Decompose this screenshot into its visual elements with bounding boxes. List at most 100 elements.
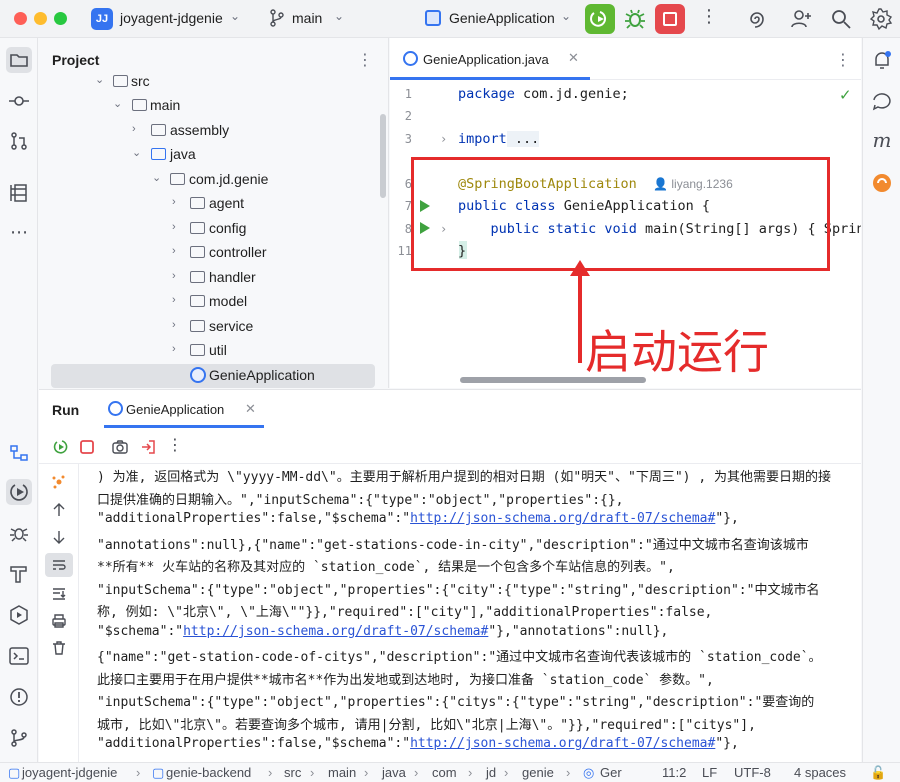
run-tool-button[interactable] [6, 479, 32, 505]
tree-item-assembly[interactable]: › assembly [39, 119, 379, 143]
tree-item-handler[interactable]: › handler [39, 266, 379, 290]
commit-icon [9, 96, 29, 106]
breadcrumb-item[interactable]: joyagent-jdgenie [22, 765, 117, 780]
no-problems-check-icon[interactable]: ✓ [839, 86, 852, 104]
git-tool-button[interactable] [6, 725, 32, 751]
problems-tool-button[interactable] [6, 684, 32, 710]
project-scrollbar[interactable] [380, 114, 386, 198]
close-icon[interactable]: ✕ [245, 401, 256, 417]
tab-genie-application-java[interactable]: GenieApplication.java ✕ [390, 38, 590, 80]
code-text[interactable]: ... [506, 131, 540, 147]
arrow-down-icon[interactable] [51, 529, 67, 545]
tree-item-com-jd-genie[interactable]: ⌄ com.jd.genie [39, 168, 379, 192]
breadcrumb-item[interactable]: genie-backend [166, 765, 251, 780]
spiral-ai-icon[interactable] [745, 7, 769, 31]
breadcrumb-item[interactable]: src [284, 765, 301, 780]
line-number: 3 [404, 132, 412, 146]
branch-selector[interactable]: main [292, 10, 322, 26]
more-actions-icon[interactable]: ⋮ [700, 6, 718, 27]
breadcrumb-item[interactable]: main [328, 765, 356, 780]
active-tab-indicator [390, 77, 590, 80]
stop-button[interactable] [655, 4, 685, 34]
chevron-right-icon: › [172, 270, 176, 282]
rerun-icon[interactable] [53, 439, 69, 455]
more-options-icon[interactable]: ⋮ [167, 435, 183, 454]
camera-icon[interactable] [112, 439, 128, 455]
project-tool-button[interactable] [6, 47, 32, 73]
arrow-up-icon[interactable] [51, 502, 67, 518]
structure-icon [10, 184, 27, 202]
trash-icon[interactable] [51, 640, 67, 656]
project-selector[interactable]: joyagent-jdgenie [120, 10, 223, 26]
rerun-button[interactable] [585, 4, 615, 34]
minimize-window-button[interactable] [34, 12, 47, 25]
file-encoding[interactable]: UTF-8 [734, 765, 771, 780]
folder-icon [10, 54, 28, 67]
services-icon [10, 445, 28, 461]
tree-item-util[interactable]: › util [39, 339, 379, 363]
line-separator[interactable]: LF [702, 765, 717, 780]
zoom-window-button[interactable] [54, 12, 67, 25]
exit-icon[interactable] [140, 439, 156, 455]
tab-run-genie-application[interactable]: GenieApplication ✕ [104, 390, 264, 428]
tree-item-main[interactable]: ⌄ main [39, 94, 379, 118]
add-user-icon[interactable] [789, 7, 813, 31]
terminal-tool-button[interactable] [6, 643, 32, 669]
ai-chat-tool-button[interactable] [869, 88, 895, 114]
plugin-tool-button[interactable] [869, 170, 895, 196]
commit-tool-button[interactable] [6, 88, 32, 114]
editor-options-icon[interactable]: ⋮ [835, 50, 851, 70]
tree-item-java[interactable]: ⌄ java [39, 143, 379, 167]
breadcrumb-item[interactable]: genie [522, 765, 554, 780]
breadcrumb-item[interactable]: Ger [600, 765, 622, 780]
endpoints-tool-button[interactable] [6, 602, 32, 628]
tree-item-service[interactable]: › service [39, 315, 379, 339]
maven-tool-button[interactable]: m [869, 128, 895, 154]
gear-icon[interactable] [869, 7, 893, 31]
tree-item-model[interactable]: › model [39, 290, 379, 314]
tree-item-genie-application[interactable]: GenieApplication [51, 364, 375, 388]
editor-horizontal-scrollbar[interactable] [460, 377, 646, 383]
close-icon[interactable]: ✕ [568, 50, 579, 66]
rerun-icon [590, 11, 607, 27]
more-tools-icon[interactable]: ⋯ [6, 222, 32, 248]
debug-tool-button[interactable] [6, 520, 32, 546]
lock-icon[interactable]: 🔓 [870, 765, 886, 781]
breadcrumb-item[interactable]: com [432, 765, 457, 780]
project-badge[interactable]: JJ [91, 8, 113, 30]
fold-chevron-icon[interactable]: › [440, 132, 447, 146]
tree-item-agent[interactable]: › agent [39, 192, 379, 216]
bell-icon [875, 51, 891, 69]
package-icon [190, 197, 205, 209]
schema-link[interactable]: http://json-schema.org/draft-07/schema# [410, 511, 715, 526]
breadcrumb-item[interactable]: java [382, 765, 406, 780]
tree-item-src[interactable]: ⌄ src [39, 70, 379, 94]
tree-item-controller[interactable]: › controller [39, 241, 379, 265]
pull-requests-tool-button[interactable] [6, 128, 32, 154]
structure-tool-button[interactable] [6, 180, 32, 206]
close-window-button[interactable] [14, 12, 27, 25]
tree-item-config[interactable]: › config [39, 217, 379, 241]
search-icon[interactable] [829, 7, 853, 31]
build-tool-button[interactable] [6, 561, 32, 587]
services-tool-button[interactable] [6, 440, 32, 466]
spring-beans-icon[interactable] [51, 474, 67, 490]
line-number: 6 [404, 177, 412, 191]
scroll-to-end-icon[interactable] [51, 585, 67, 601]
tree-item-label: service [209, 318, 254, 334]
panel-options-icon[interactable]: ⋮ [357, 50, 373, 70]
debug-button[interactable] [620, 4, 650, 34]
stop-icon[interactable] [79, 439, 95, 455]
schema-link[interactable]: http://json-schema.org/draft-07/schema# [183, 624, 488, 639]
indent-setting[interactable]: 4 spaces [794, 765, 846, 780]
schema-link[interactable]: http://json-schema.org/draft-07/schema# [410, 736, 715, 751]
run-config-selector[interactable]: GenieApplication [449, 10, 555, 26]
breadcrumb-item[interactable]: jd [486, 765, 496, 780]
line-number: 1 [404, 87, 412, 101]
console-output[interactable]: ) 为准, 返回格式为 \"yyyy-MM-dd\"。主要用于解析用户提到的相对… [97, 464, 859, 763]
soft-wrap-toggle[interactable] [45, 553, 73, 577]
print-icon[interactable] [51, 613, 67, 629]
package-icon [190, 271, 205, 283]
caret-position[interactable]: 11:2 [662, 765, 686, 780]
notifications-tool-button[interactable] [869, 47, 895, 73]
